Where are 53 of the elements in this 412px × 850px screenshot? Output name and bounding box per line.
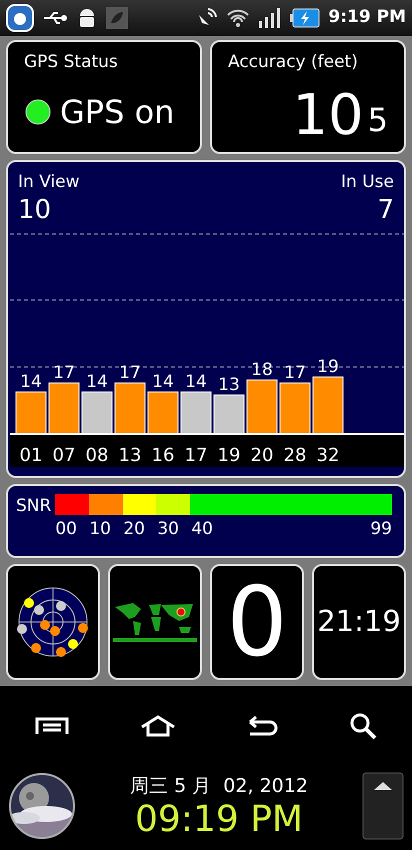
card-title: GPS Status (24, 51, 119, 74)
wifi-icon (226, 8, 250, 28)
signal-icon (258, 7, 282, 29)
bar-value: 17 (119, 363, 141, 384)
snr-tick: 99 (370, 518, 392, 541)
usb-icon (42, 10, 68, 26)
satellite-id: 01 (20, 445, 42, 466)
card-title: Accuracy (feet) (228, 51, 359, 74)
menu-icon[interactable] (35, 717, 70, 735)
clock-text: 9:19 PM (328, 6, 406, 30)
bar-value: 14 (20, 372, 42, 392)
bar-value: 17 (284, 363, 306, 384)
bar-value: 14 (86, 372, 108, 392)
satellite-id: 13 (118, 445, 142, 466)
in-use-count: 7 (377, 196, 394, 224)
accuracy-value: 10 (292, 88, 364, 144)
satellite-id: 07 (52, 445, 76, 466)
back-icon[interactable] (246, 716, 278, 736)
bar-value: 19 (317, 357, 339, 378)
in-view-count: 10 (18, 196, 52, 224)
app-badge-icon (6, 4, 34, 32)
bar-value: 13 (218, 375, 240, 396)
bar-value: 14 (152, 372, 174, 392)
snr-tick: 20 (123, 518, 146, 541)
clock-time: 21:19 (317, 603, 401, 640)
in-view-label: In View (18, 171, 80, 194)
bar-value: 18 (251, 360, 273, 380)
satellite-id: 32 (316, 445, 340, 466)
satellite-id: 08 (86, 445, 108, 466)
satellite-id: 19 (218, 445, 240, 466)
in-use-label: In Use (341, 171, 394, 194)
snr-tick: 40 (191, 518, 213, 541)
time-text: 09:19 PM (135, 800, 303, 840)
snr-tick: 00 (55, 518, 78, 541)
battery-charging-icon (290, 8, 320, 28)
satellite-id: 20 (250, 445, 274, 466)
satellite-count: 0 (226, 574, 288, 670)
satellite-id: 16 (152, 445, 174, 466)
bar-value: 17 (53, 363, 75, 384)
date-text: 周三 5 月 02, 2012 (130, 774, 308, 799)
status-text: GPS on (60, 92, 174, 133)
home-icon[interactable] (140, 715, 176, 737)
bar-value: 14 (185, 372, 207, 392)
satellite-id: 28 (284, 445, 306, 466)
snr-tick: 10 (89, 518, 112, 541)
snr-label: SNR (16, 495, 52, 518)
satellite-id: 17 (184, 445, 208, 466)
leaf-icon (106, 7, 128, 29)
accuracy-fraction: 5 (368, 100, 388, 141)
search-icon[interactable] (348, 712, 377, 740)
sky-plot-drawing (17, 586, 89, 658)
scroll-up-button[interactable] (362, 772, 404, 840)
snr-tick: 30 (157, 518, 180, 541)
